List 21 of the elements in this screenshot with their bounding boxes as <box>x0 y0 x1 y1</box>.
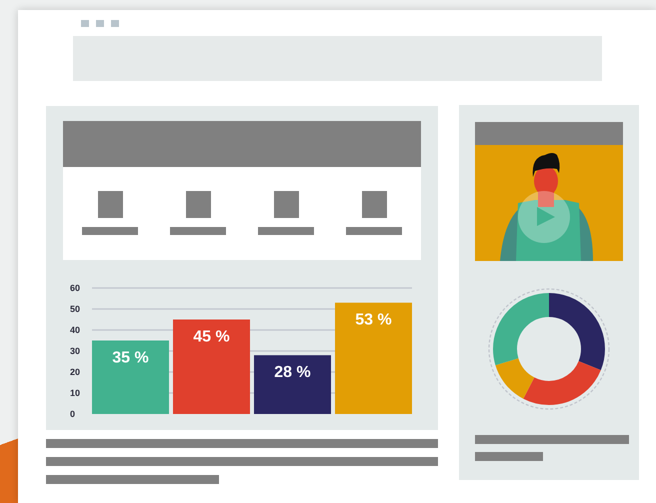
text-placeholder <box>346 227 402 235</box>
axis-label: 50 <box>70 304 80 314</box>
text-placeholder <box>475 452 543 461</box>
text-placeholder <box>170 227 226 235</box>
image-placeholder-icon <box>98 191 122 218</box>
bar-value-label: 53 % <box>355 312 392 329</box>
axis-label: 0 <box>70 409 76 419</box>
text-placeholder <box>258 227 314 235</box>
image-placeholder-icon <box>362 191 386 218</box>
axis-label: 30 <box>70 346 80 356</box>
axis-label: 40 <box>70 325 80 335</box>
bar-value-label: 28 % <box>274 364 311 382</box>
image-placeholder-icon <box>274 191 298 218</box>
axis-label: 60 <box>70 283 80 293</box>
bar-value-label: 45 % <box>193 328 230 346</box>
image-placeholder-icon <box>186 191 210 218</box>
axis-label: 10 <box>70 388 80 398</box>
window-controls-icon <box>81 20 119 27</box>
bar-value-label: 35 % <box>112 350 149 366</box>
axis-label: 20 <box>70 367 80 377</box>
text-placeholder <box>82 227 138 235</box>
